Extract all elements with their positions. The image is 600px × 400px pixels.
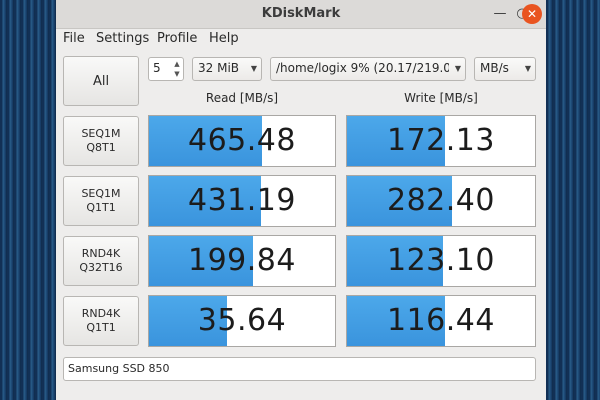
target-path-select[interactable]: /home/logix 9% (20.17/219.06 GiB) ▼ [270, 57, 466, 81]
read-result: 35.64 [148, 295, 336, 347]
spin-arrows-icon[interactable]: ▲ ▼ [172, 59, 182, 79]
write-value: 172.13 [387, 123, 495, 158]
test-button-rnd4k-q1t1[interactable]: RND4K Q1T1 [63, 296, 139, 346]
chevron-down-icon: ▼ [454, 64, 461, 73]
test-button-seq1m-q8t1[interactable]: SEQ1M Q8T1 [63, 116, 139, 166]
file-size-value: 32 MiB [198, 61, 240, 75]
write-result: 282.40 [346, 175, 536, 227]
loops-value: 5 [153, 61, 161, 75]
read-value: 35.64 [197, 303, 287, 338]
kdiskmark-window: KDiskMark — ○ ✕ File Settings Profile He… [56, 0, 546, 400]
desktop-background-left [0, 0, 56, 400]
target-path-value: /home/logix 9% (20.17/219.06 GiB) [276, 61, 449, 75]
test-label: RND4K Q32T16 [79, 247, 123, 274]
test-button-seq1m-q1t1[interactable]: SEQ1M Q1T1 [63, 176, 139, 226]
write-column-header: Write [MB/s] [404, 91, 478, 105]
unit-value: MB/s [480, 61, 509, 75]
unit-select[interactable]: MB/s ▼ [474, 57, 536, 81]
window-title: KDiskMark [261, 6, 341, 21]
read-value: 465.48 [188, 123, 296, 158]
desktop-background-right [546, 0, 600, 400]
menu-settings[interactable]: Settings [96, 31, 149, 46]
read-value: 199.84 [188, 243, 296, 278]
chevron-down-icon: ▼ [524, 64, 531, 73]
write-value: 116.44 [387, 303, 495, 338]
loops-spinbox[interactable]: 5 ▲ ▼ [148, 57, 184, 81]
menu-bar: File Settings Profile Help [56, 28, 546, 48]
test-label: SEQ1M Q8T1 [81, 127, 121, 154]
test-label: SEQ1M Q1T1 [81, 187, 121, 214]
read-value: 431.19 [188, 183, 296, 218]
test-button-rnd4k-q32t16[interactable]: RND4K Q32T16 [63, 236, 139, 286]
read-result: 199.84 [148, 235, 336, 287]
close-icon[interactable]: ✕ [522, 4, 542, 24]
menu-help[interactable]: Help [209, 31, 239, 46]
device-name: Samsung SSD 850 [68, 362, 170, 375]
device-name-field[interactable]: Samsung SSD 850 [63, 357, 536, 381]
menu-profile[interactable]: Profile [157, 31, 197, 46]
write-result: 123.10 [346, 235, 536, 287]
menu-file[interactable]: File [63, 31, 85, 46]
chevron-down-icon: ▼ [250, 64, 257, 73]
read-column-header: Read [MB/s] [205, 91, 279, 105]
write-result: 172.13 [346, 115, 536, 167]
all-tests-button[interactable]: All [63, 56, 139, 106]
title-bar: KDiskMark — ○ ✕ [56, 0, 546, 29]
read-result: 465.48 [148, 115, 336, 167]
write-result: 116.44 [346, 295, 536, 347]
write-value: 123.10 [387, 243, 495, 278]
minimize-icon[interactable]: — [490, 4, 510, 24]
write-value: 282.40 [387, 183, 495, 218]
test-label: RND4K Q1T1 [81, 307, 121, 334]
file-size-select[interactable]: 32 MiB ▼ [192, 57, 262, 81]
read-result: 431.19 [148, 175, 336, 227]
